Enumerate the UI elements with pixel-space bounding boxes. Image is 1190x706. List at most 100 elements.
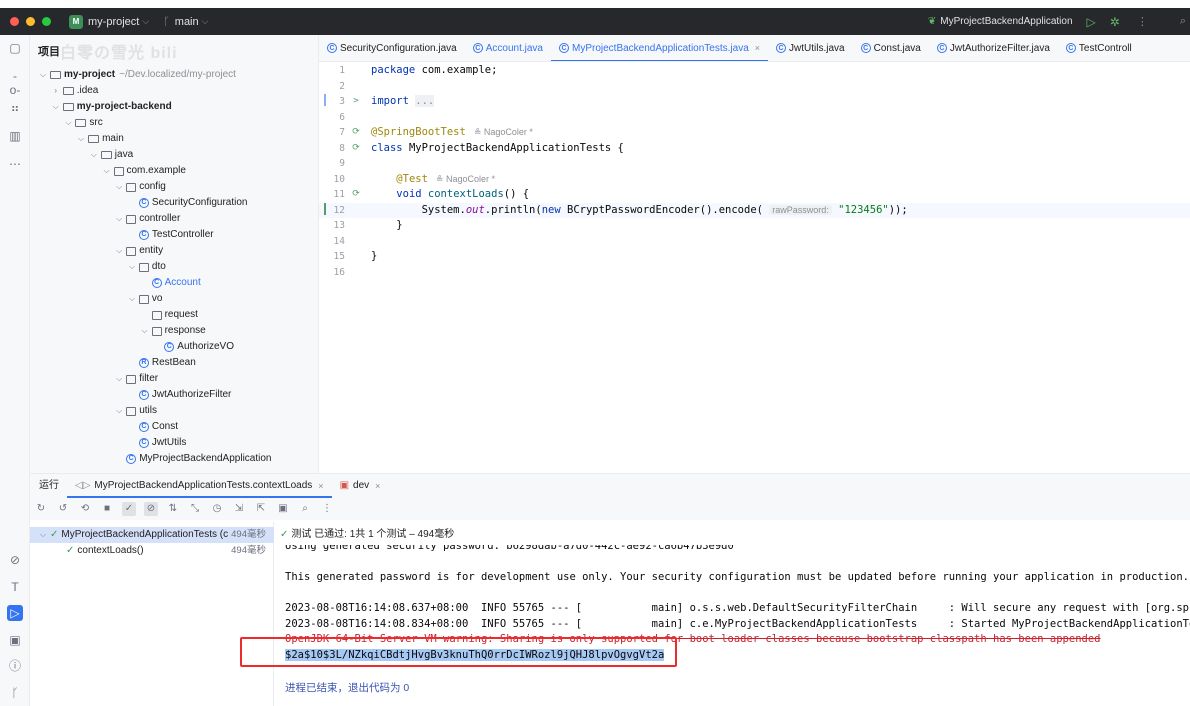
tree-item[interactable]: C MyProjectBackendApplication <box>114 451 271 467</box>
git-icon[interactable]: ᚴ <box>8 686 22 700</box>
run-test-gutter-icon[interactable]: ⟳ <box>349 187 363 203</box>
sort-icon[interactable]: ⇅ <box>166 502 180 516</box>
more-tools-icon[interactable]: ⋯ <box>8 157 22 171</box>
code-line[interactable]: 13 } <box>319 218 1190 234</box>
maximize-window-button[interactable] <box>42 17 51 26</box>
tab-run-dev[interactable]: ▣ dev × <box>332 474 389 498</box>
editor-tab[interactable]: C TestControll <box>1058 35 1140 61</box>
code-editor[interactable]: 1 package com.example; 2 3 > import ... 6 7 ⟳ @Sp… <box>319 62 1190 473</box>
tree-item[interactable]: C JwtAuthorizeFilter <box>127 387 231 403</box>
chevron-down-icon[interactable]: ⌵ <box>140 323 150 339</box>
editor-tab[interactable]: C Const.java <box>853 35 929 61</box>
project-selector[interactable]: my-project <box>88 16 139 28</box>
console-output[interactable]: ✓ 测试 已通过: 1共 1 个测试 – 494毫秒 Using generate… <box>274 520 1190 706</box>
tree-item[interactable]: ⌵ controller <box>114 211 180 227</box>
test-tree-item[interactable]: ✓ contextLoads() 494毫秒 <box>30 543 274 559</box>
chevron-down-icon[interactable]: ⌵ <box>76 131 86 147</box>
folder-icon[interactable]: ▢ <box>8 41 22 55</box>
commit-icon[interactable]: -o- <box>8 69 22 97</box>
tree-item[interactable]: ⌵ utils <box>114 403 157 419</box>
editor-tab[interactable]: C SecurityConfiguration.java <box>319 35 465 61</box>
close-window-button[interactable] <box>10 17 19 26</box>
code-line[interactable]: 6 <box>319 110 1190 126</box>
code-line[interactable]: 2 <box>319 79 1190 95</box>
chevron-down-icon[interactable]: ⌵ <box>38 527 48 543</box>
rerun-icon[interactable]: ↻ <box>34 502 48 516</box>
tree-item[interactable]: R RestBean <box>127 355 196 371</box>
run-test-gutter-icon[interactable]: ⟳ <box>349 141 363 157</box>
code-line[interactable]: 7 ⟳ @SpringBootTest ≗ NagoColer * <box>319 125 1190 141</box>
code-line[interactable]: 14 <box>319 234 1190 250</box>
close-icon[interactable]: × <box>755 35 760 61</box>
editor-tab[interactable]: C JwtAuthorizeFilter.java <box>929 35 1058 61</box>
tree-item[interactable]: ⌵ com.example <box>102 163 186 179</box>
chevron-right-icon[interactable]: › <box>51 83 61 99</box>
tree-item[interactable]: ⌵ my-project ~/Dev.localized/my-project <box>38 67 236 83</box>
tree-item[interactable]: C SecurityConfiguration <box>127 195 248 211</box>
search-icon[interactable]: ⌕ <box>1180 15 1186 28</box>
close-icon[interactable]: × <box>375 474 380 498</box>
chevron-down-icon[interactable]: ⌵ <box>89 147 99 163</box>
screenshot-icon[interactable]: ▣ <box>276 502 290 516</box>
tree-item[interactable]: ⌵ java <box>89 147 133 163</box>
code-line[interactable]: 15} <box>319 249 1190 265</box>
close-icon[interactable]: × <box>318 474 323 498</box>
debug-icon[interactable]: ✲ <box>1110 15 1120 29</box>
tree-item[interactable]: ⌵ src <box>63 115 102 131</box>
editor-tab[interactable]: C JwtUtils.java <box>768 35 853 61</box>
run-panel-icon[interactable]: ▷ <box>7 605 23 621</box>
toggle-auto-test-icon[interactable]: ⟲ <box>78 502 92 516</box>
tree-item[interactable]: ⌵ response <box>140 323 206 339</box>
more-icon[interactable]: ⋮ <box>320 502 334 516</box>
minimize-window-button[interactable] <box>26 17 35 26</box>
problems-icon[interactable]: ⓘ <box>8 659 22 673</box>
chevron-down-icon[interactable]: ⌵ <box>114 211 124 227</box>
stop-icon[interactable]: ■ <box>100 502 114 516</box>
editor-tab[interactable]: C Account.java <box>465 35 551 61</box>
run-test-gutter-icon[interactable]: ⟳ <box>349 125 363 141</box>
tree-item[interactable]: ⌵ entity <box>114 243 163 259</box>
chevron-down-icon[interactable]: ⌵ <box>102 163 112 179</box>
code-line[interactable]: 11 ⟳ void contextLoads() { <box>319 187 1190 203</box>
terminal-icon[interactable]: ▣ <box>8 633 22 647</box>
search-icon[interactable]: ⌕ <box>298 502 312 516</box>
export-icon[interactable]: ⇲ <box>232 502 246 516</box>
chevron-down-icon[interactable]: ⌵ <box>63 115 73 131</box>
tree-item[interactable]: ⌵ vo <box>127 291 163 307</box>
tree-item[interactable]: C AuthorizeVO <box>152 339 234 355</box>
collapse-icon[interactable]: ⤡ <box>188 502 202 516</box>
tree-item[interactable]: ⌵ config <box>114 179 166 195</box>
history-icon[interactable]: ◷ <box>210 502 224 516</box>
test-tree-item[interactable]: ⌵ ✓ MyProjectBackendApplicationTests (c 494… <box>30 527 274 543</box>
editor-tab[interactable]: C MyProjectBackendApplicationTests.java × <box>551 35 769 61</box>
code-line[interactable]: 8 ⟳ class MyProjectBackendApplicationTests… <box>319 141 1190 157</box>
show-passed-icon[interactable]: ✓ <box>122 502 136 516</box>
bookmarks-icon[interactable]: ▥ <box>8 129 22 143</box>
rerun-failed-icon[interactable]: ↺ <box>56 502 70 516</box>
tree-item[interactable]: ⌵ dto <box>127 259 166 275</box>
code-line[interactable]: 1 package com.example; <box>319 63 1190 79</box>
chevron-down-icon[interactable]: ⌵ <box>114 179 124 195</box>
tree-item[interactable]: C Account <box>140 275 201 291</box>
import-icon[interactable]: ⇱ <box>254 502 268 516</box>
chevron-down-icon[interactable]: ⌵ <box>127 291 137 307</box>
tree-item[interactable]: ⌵ my-project-backend <box>51 99 172 115</box>
chevron-down-icon[interactable]: ⌵ <box>114 371 124 387</box>
chevron-down-icon[interactable]: ⌵ <box>38 67 48 83</box>
run-config-selector[interactable]: MyProjectBackendApplication <box>940 16 1072 27</box>
services-icon[interactable]: ⊘ <box>8 553 22 567</box>
fold-chevron-icon[interactable]: > <box>349 94 363 110</box>
code-line[interactable]: 12 System.out.println(new BCryptPassword… <box>319 202 1190 218</box>
tree-item[interactable]: ⌵ main <box>76 131 124 147</box>
code-line[interactable]: 3 > import ... <box>319 94 1190 110</box>
show-ignored-icon[interactable]: ⊘ <box>144 502 158 516</box>
branch-selector[interactable]: main <box>175 16 199 28</box>
tree-item[interactable]: › .idea <box>51 83 98 99</box>
code-line[interactable]: 9 <box>319 156 1190 172</box>
tree-item[interactable]: C JwtUtils <box>127 435 186 451</box>
chevron-down-icon[interactable]: ⌵ <box>127 259 137 275</box>
chevron-down-icon[interactable]: ⌵ <box>114 403 124 419</box>
tree-item[interactable]: C Const <box>127 419 178 435</box>
run-icon[interactable]: ▷ <box>1087 15 1096 29</box>
tab-run-context-loads[interactable]: ◁▷ MyProjectBackendApplicationTests.cont… <box>67 474 332 498</box>
